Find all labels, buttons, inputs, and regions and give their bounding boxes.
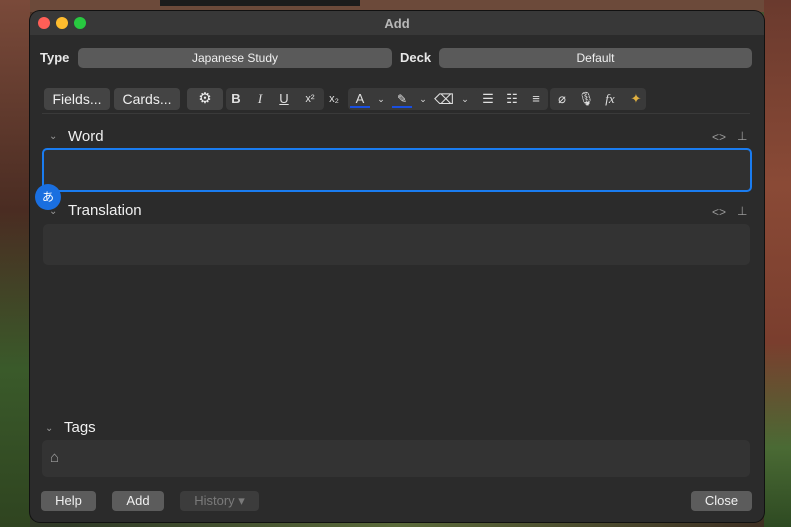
tags-collapse-chevron-down-icon[interactable]: ⌄ (45, 423, 53, 434)
translation-field-label: Translation (68, 202, 142, 219)
cards-button[interactable]: Cards... (114, 88, 180, 110)
gear-icon[interactable]: ⚙ (187, 88, 223, 110)
title-bar: Add (30, 11, 764, 35)
translation-html-editor-code-icon[interactable]: <> (712, 205, 726, 219)
mathjax-button[interactable]: fx (600, 88, 620, 110)
eraser-icon[interactable]: ⌫ (434, 88, 454, 110)
deck-selector[interactable]: Default (439, 48, 752, 68)
word-field-input[interactable] (42, 148, 752, 192)
tag-icon: ⌂ (50, 449, 60, 466)
background-window-edge (160, 0, 360, 6)
text-color-dropdown-chevron-down-icon[interactable]: ⌄ (371, 88, 391, 110)
highlight-pen-icon[interactable]: ✎ (392, 88, 412, 108)
italic-button[interactable]: I (250, 88, 270, 110)
window-title: Add (384, 16, 410, 31)
help-button[interactable]: Help (41, 491, 96, 511)
align-icon[interactable]: ≡ (526, 88, 546, 110)
tags-input[interactable]: ⌂ (42, 440, 750, 477)
numbered-list-icon[interactable]: ☷ (502, 88, 522, 110)
fields-button[interactable]: Fields... (44, 88, 110, 110)
bold-button[interactable]: B (226, 88, 246, 110)
history-button[interactable]: History ▾ (180, 491, 259, 511)
translation-field-input[interactable] (43, 224, 750, 265)
background-left (0, 0, 30, 527)
translation-pin-icon[interactable]: ⊥ (737, 204, 747, 218)
close-button[interactable]: Close (691, 491, 752, 511)
eraser-dropdown-chevron-down-icon[interactable]: ⌄ (455, 88, 475, 110)
type-selector[interactable]: Japanese Study (78, 48, 392, 68)
sparkle-icon[interactable]: ✦ (626, 88, 646, 110)
superscript-button[interactable]: x² (300, 88, 320, 110)
microphone-icon[interactable]: 🎙 (576, 88, 596, 110)
type-label: Type (40, 50, 70, 65)
highlight-dropdown-chevron-down-icon[interactable]: ⌄ (413, 88, 433, 110)
text-color-button[interactable]: A (350, 88, 370, 108)
deck-label: Deck (400, 50, 432, 65)
background-right (764, 0, 791, 527)
underline-button[interactable]: U (274, 88, 294, 110)
toolbar-separator (42, 113, 750, 114)
bullet-list-icon[interactable]: ☰ (478, 88, 498, 110)
translation-collapse-chevron-down-icon[interactable]: ⌄ (49, 206, 57, 217)
tags-label: Tags (64, 419, 96, 436)
attachment-icon[interactable]: ⌀ (552, 88, 572, 110)
subscript-button[interactable]: x₂ (324, 88, 344, 110)
word-collapse-chevron-down-icon[interactable]: ⌄ (49, 131, 57, 142)
word-pin-icon[interactable]: ⊥ (737, 129, 747, 143)
add-window: Add Type Japanese Study Deck Default Fie… (30, 11, 764, 522)
add-button[interactable]: Add (112, 491, 164, 511)
word-html-editor-code-icon[interactable]: <> (712, 130, 726, 144)
word-field-label: Word (68, 128, 104, 145)
